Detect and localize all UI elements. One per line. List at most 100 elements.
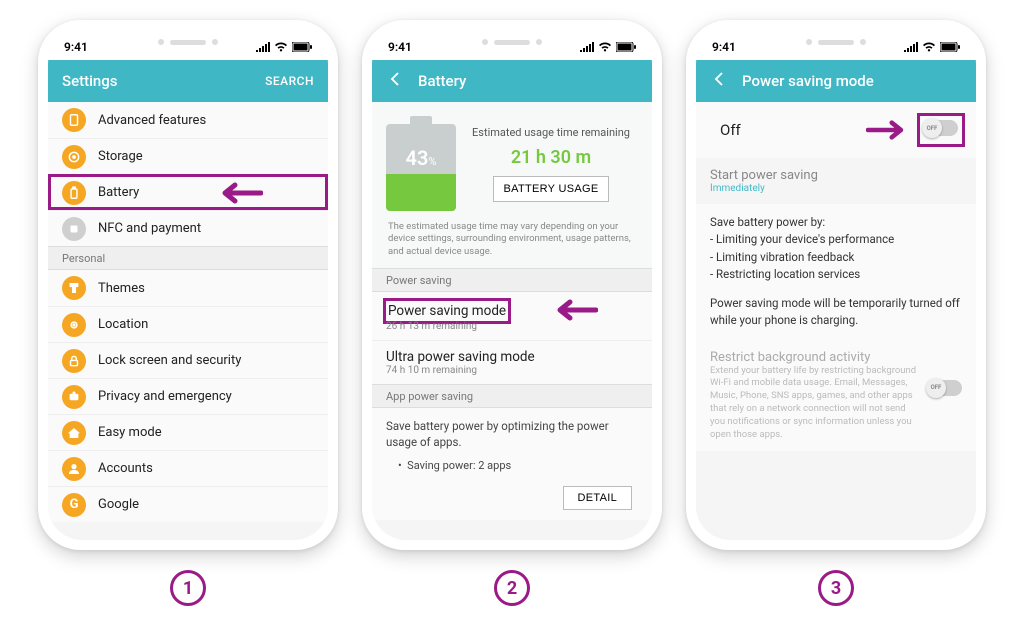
header-settings: Settings SEARCH <box>48 60 328 102</box>
psm-sub: 26 h 13 m remaining <box>386 321 638 332</box>
row-label: Lock screen and security <box>98 353 241 368</box>
header-battery: Battery <box>372 60 652 102</box>
row-label: Google <box>98 497 139 512</box>
back-icon[interactable] <box>710 70 728 92</box>
section-personal: Personal <box>48 246 328 270</box>
toggle-knob: OFF <box>926 378 946 398</box>
row-label: Privacy and emergency <box>98 389 232 404</box>
annotation-arrow <box>866 119 912 141</box>
row-privacy[interactable]: Privacy and emergency <box>48 378 328 414</box>
psm-content: Off OFF Start power saving Immediately <box>696 102 976 540</box>
settings-list: Advanced features Storage Battery <box>48 102 328 540</box>
upsm-sub: 74 h 10 m remaining <box>386 365 638 376</box>
wifi-icon <box>598 42 612 52</box>
step-number-2: 2 <box>494 570 530 606</box>
restrict-toggle[interactable]: OFF <box>928 380 962 396</box>
off-row: Off OFF <box>696 102 976 158</box>
search-button[interactable]: SEARCH <box>265 74 314 88</box>
lock-icon <box>62 349 86 373</box>
psm-note: Power saving mode will be temporarily tu… <box>710 295 962 330</box>
step-number-1: 1 <box>170 570 206 606</box>
row-advanced-features[interactable]: Advanced features <box>48 102 328 138</box>
start-title: Start power saving <box>710 168 962 183</box>
row-power-saving-mode[interactable]: Power saving mode 26 h 13 m remaining <box>372 292 652 340</box>
phones-row: 9:41 Settings SEARCH Advanced features <box>20 20 1004 606</box>
nfc-icon <box>62 217 86 241</box>
phone-2-wrapper: 9:41 Battery <box>362 20 662 606</box>
restrict-background[interactable]: Restrict background activity Extend your… <box>696 340 976 452</box>
psm-description: Save battery power by: Limiting your dev… <box>696 204 976 340</box>
app-save-bullet: Saving power: 2 apps <box>407 459 511 472</box>
status-icons <box>256 42 312 52</box>
off-toggle[interactable]: OFF <box>924 120 958 136</box>
step-number-3: 3 <box>818 570 854 606</box>
phone-1-frame: 9:41 Settings SEARCH Advanced features <box>38 20 338 550</box>
row-nfc[interactable]: NFC and payment <box>48 210 328 246</box>
status-time: 9:41 <box>388 40 412 54</box>
battery-content: 43% Estimated usage time remaining 21 h … <box>372 102 652 540</box>
screen-2: 9:41 Battery <box>372 30 652 540</box>
google-icon: G <box>62 493 86 517</box>
row-lock[interactable]: Lock screen and security <box>48 342 328 378</box>
battery-summary: 43% Estimated usage time remaining 21 h … <box>372 102 652 217</box>
start-sub: Immediately <box>710 183 962 194</box>
location-icon <box>62 313 86 337</box>
settings-title: Settings <box>62 72 251 90</box>
battery-level-icon: 43% <box>386 116 456 211</box>
section-app-power-saving: App power saving <box>372 384 652 408</box>
battery-icon <box>62 181 86 205</box>
row-battery[interactable]: Battery <box>48 174 328 210</box>
estimate-value: 21 h 30 m <box>511 147 591 168</box>
battery-status-icon <box>292 42 312 52</box>
start-power-saving[interactable]: Start power saving Immediately <box>696 158 976 204</box>
privacy-icon <box>62 385 86 409</box>
status-time: 9:41 <box>712 40 736 54</box>
toggle-knob: OFF <box>922 118 942 138</box>
row-label: Battery <box>98 185 139 200</box>
battery-disclaimer: The estimated usage time may vary depend… <box>372 217 652 268</box>
row-label: Themes <box>98 281 145 296</box>
battery-usage-button[interactable]: BATTERY USAGE <box>493 176 610 202</box>
section-power-saving: Power saving <box>372 268 652 292</box>
status-icons <box>904 42 960 52</box>
app-save-desc: Save battery power by optimizing the pow… <box>386 418 638 450</box>
row-storage[interactable]: Storage <box>48 138 328 174</box>
row-google[interactable]: G Google <box>48 486 328 522</box>
annotation-arrow <box>213 181 263 205</box>
estimate-label: Estimated usage time remaining <box>472 126 630 139</box>
row-location[interactable]: Location <box>48 306 328 342</box>
row-ultra-power-saving[interactable]: Ultra power saving mode 74 h 10 m remain… <box>372 340 652 384</box>
row-themes[interactable]: Themes <box>48 270 328 306</box>
status-icons <box>580 42 636 52</box>
status-time: 9:41 <box>64 40 88 54</box>
psm-bullet-1: Limiting your device's performance <box>710 231 962 248</box>
notch <box>771 30 901 54</box>
screen-1: 9:41 Settings SEARCH Advanced features <box>48 30 328 540</box>
phone-3-wrapper: 9:41 Power saving mode Off <box>686 20 986 606</box>
battery-pct: 43 <box>406 146 429 170</box>
restrict-desc: Extend your battery life by restricting … <box>710 365 918 442</box>
psm-bullet-2: Limiting vibration feedback <box>710 249 962 266</box>
row-label: Advanced features <box>98 113 206 128</box>
annotation-arrow <box>548 298 598 322</box>
row-easy[interactable]: Easy mode <box>48 414 328 450</box>
advanced-icon <box>62 108 86 132</box>
row-label: Storage <box>98 149 143 164</box>
themes-icon <box>62 276 86 300</box>
off-label: Off <box>710 121 866 139</box>
signal-icon <box>256 42 270 52</box>
signal-icon <box>580 42 594 52</box>
back-icon[interactable] <box>386 70 404 92</box>
detail-button[interactable]: DETAIL <box>563 486 633 510</box>
psm-title: Power saving mode <box>386 301 508 321</box>
battery-title: Battery <box>418 72 638 90</box>
row-accounts[interactable]: Accounts <box>48 450 328 486</box>
storage-icon <box>62 145 86 169</box>
wifi-icon <box>274 42 288 52</box>
row-label: NFC and payment <box>98 221 201 236</box>
row-label: Accounts <box>98 461 153 476</box>
battery-status-icon <box>616 42 636 52</box>
screen-3: 9:41 Power saving mode Off <box>696 30 976 540</box>
accounts-icon <box>62 457 86 481</box>
phone-3-frame: 9:41 Power saving mode Off <box>686 20 986 550</box>
